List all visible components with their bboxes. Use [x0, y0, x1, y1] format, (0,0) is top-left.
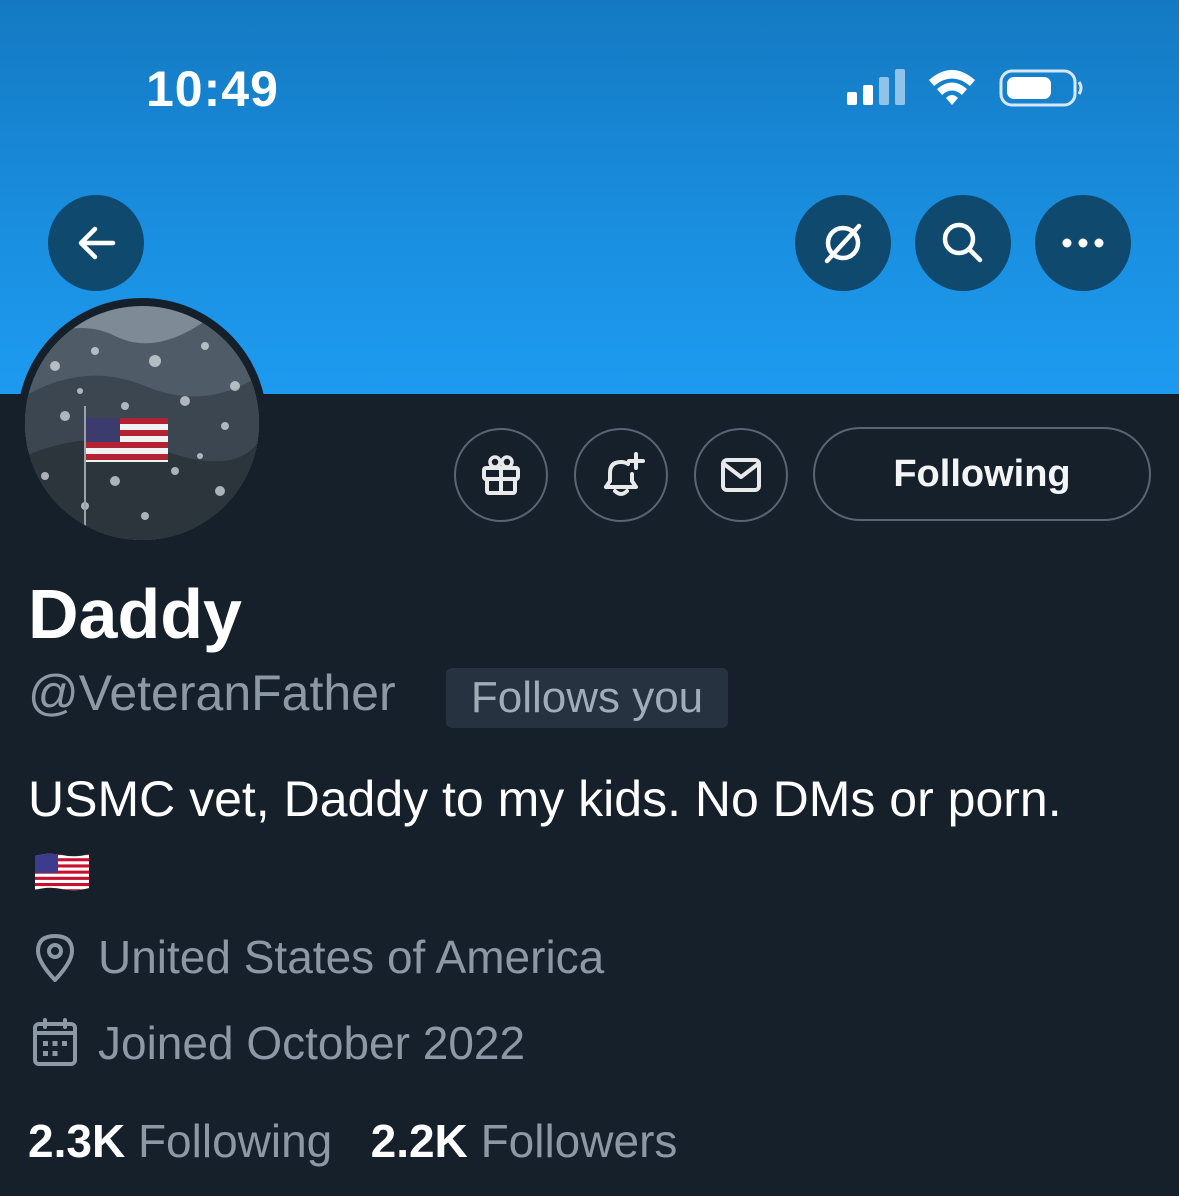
avatar-image: [25, 306, 259, 540]
handle: @VeteranFather: [28, 665, 396, 721]
joined-text: Joined October 2022: [98, 1017, 526, 1069]
location-text: United States of America: [98, 931, 605, 983]
status-icons: [843, 66, 1083, 115]
notifications-button[interactable]: [574, 428, 668, 522]
search-icon: [942, 222, 983, 263]
location-pin-icon: [36, 934, 74, 982]
cellular-signal-icon: [847, 69, 905, 105]
gift-icon: [482, 455, 520, 495]
grok-button[interactable]: [795, 195, 891, 291]
flag-in-avatar: [86, 418, 168, 462]
following-link[interactable]: 2.3K Following: [28, 1115, 332, 1167]
following-button[interactable]: Following: [813, 427, 1151, 521]
following-count: 2.3K: [28, 1115, 126, 1167]
followers-count: 2.2K: [370, 1115, 468, 1167]
joined-row: Joined October 2022: [30, 1016, 525, 1070]
follow-stats: 2.3K Following 2.2K Followers: [28, 1114, 677, 1168]
us-flag-icon: [33, 852, 91, 897]
more-icon: [1062, 238, 1104, 248]
followers-link[interactable]: 2.2K Followers: [371, 1115, 678, 1167]
followers-label: Followers: [480, 1115, 678, 1167]
gift-button[interactable]: [454, 428, 548, 522]
following-label: Following: [137, 1115, 333, 1167]
display-name: Daddy: [28, 575, 242, 653]
profile-page: 10:49 Following Daddy @VeteranFather Fol…: [0, 0, 1179, 1196]
wifi-icon: [929, 70, 975, 105]
back-button[interactable]: [48, 195, 144, 291]
mail-icon: [721, 458, 761, 492]
calendar-icon: [33, 1018, 77, 1066]
bell-plus-icon: [604, 452, 645, 496]
status-time: 10:49: [146, 61, 279, 117]
search-button[interactable]: [915, 195, 1011, 291]
follows-you-badge: Follows you: [446, 668, 728, 728]
avatar[interactable]: [17, 298, 267, 548]
location-row: United States of America: [30, 930, 604, 984]
bio: USMC vet, Daddy to my kids. No DMs or po…: [28, 771, 1062, 827]
battery-icon: [999, 69, 1083, 107]
arrow-left-icon: [78, 226, 116, 260]
grok-icon: [824, 223, 862, 264]
more-button[interactable]: [1035, 195, 1131, 291]
message-button[interactable]: [694, 428, 788, 522]
